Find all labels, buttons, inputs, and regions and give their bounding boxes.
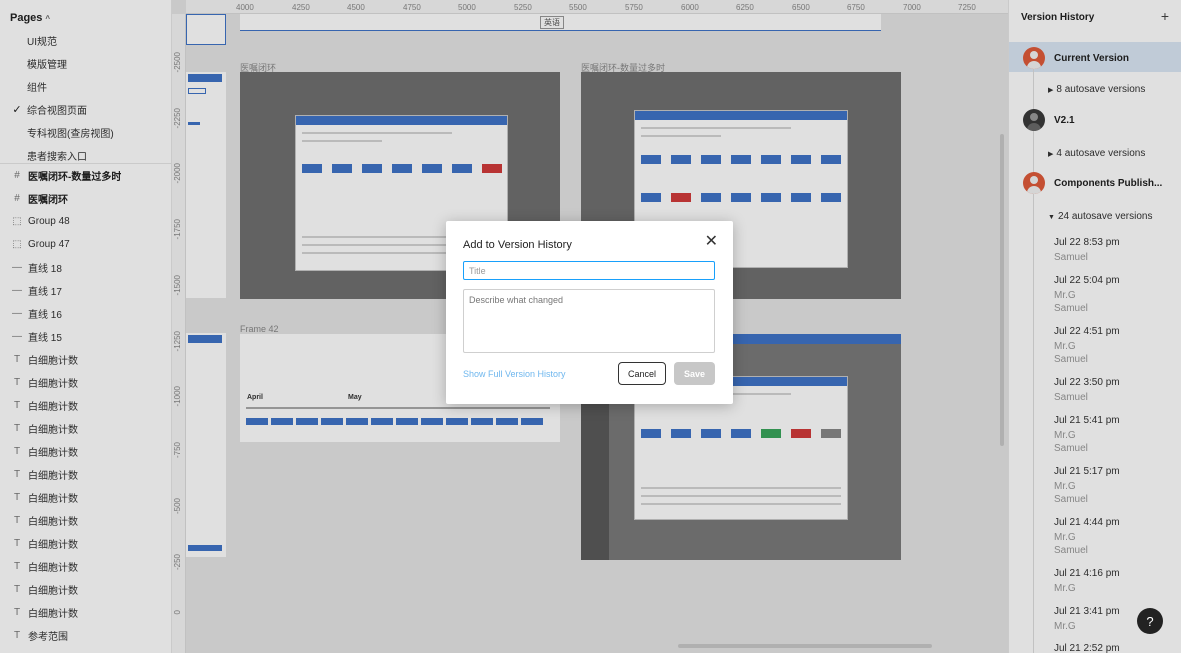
add-version-dialog: Add to Version History ✕ Show Full Versi… xyxy=(446,221,733,404)
vertical-scrollbar[interactable] xyxy=(1000,134,1004,446)
help-button[interactable]: ? xyxy=(1137,608,1163,634)
cancel-button[interactable]: Cancel xyxy=(618,362,666,385)
help-icon: ? xyxy=(1146,613,1154,629)
show-full-history-link[interactable]: Show Full Version History xyxy=(463,369,566,379)
version-title-input[interactable] xyxy=(463,261,715,280)
dialog-title: Add to Version History xyxy=(463,239,572,251)
horizontal-scrollbar[interactable] xyxy=(678,644,932,648)
close-icon[interactable]: ✕ xyxy=(705,234,718,250)
version-description-input[interactable] xyxy=(463,289,715,353)
save-button[interactable]: Save xyxy=(674,362,715,385)
